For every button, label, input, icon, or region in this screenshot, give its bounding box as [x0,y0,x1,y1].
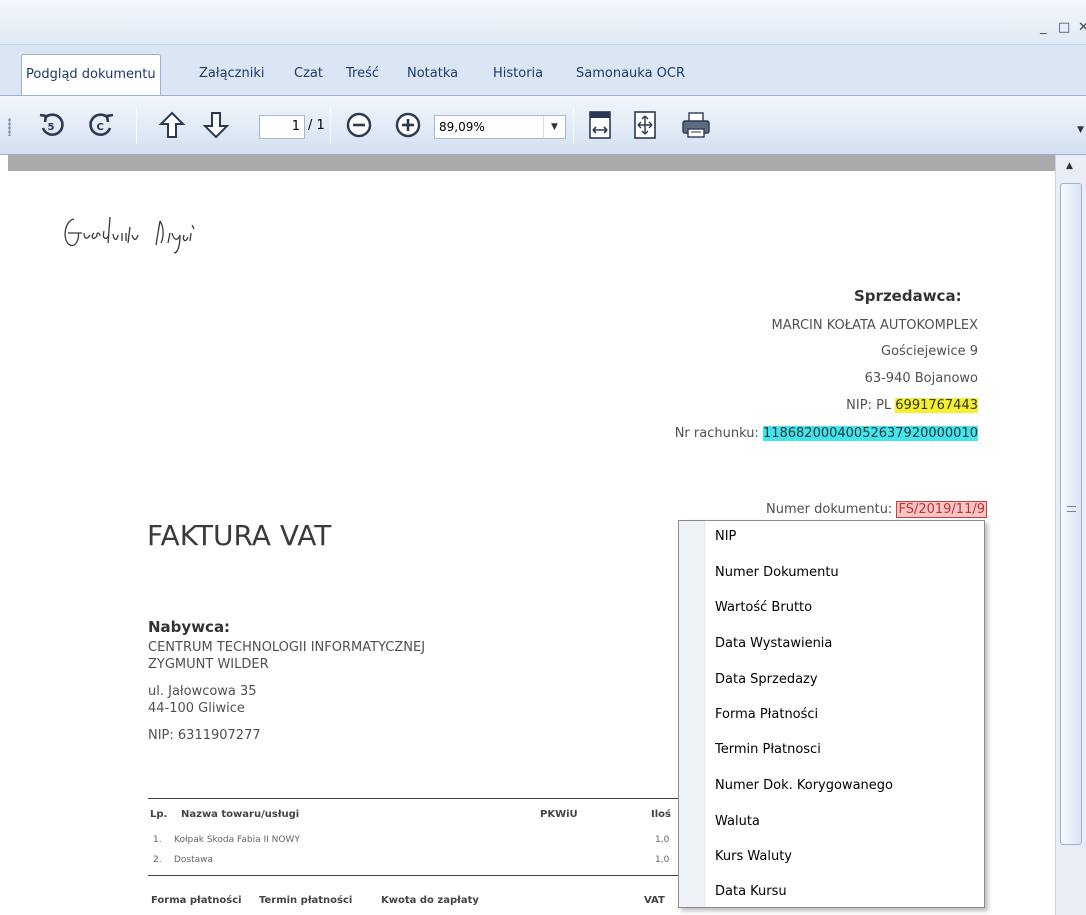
tab-zalaczniki[interactable]: Załączniki [195,54,269,95]
seller-nip: NIP: PL 6991767443 [846,398,978,413]
seller-nip-label: NIP: PL [846,398,896,413]
print-icon[interactable] [679,108,713,142]
table-row-2-name: Dostawa [174,855,214,865]
toolbar-overflow-icon[interactable]: ▼ [1077,125,1084,135]
table-row-2-lp: 2. [153,855,162,865]
close-button[interactable]: ✕ [1078,20,1086,35]
menu-item-numer-dokumentu[interactable]: Numer Dokumentu [715,565,839,580]
tab-notatka[interactable]: Notatka [403,54,462,95]
page-number-input[interactable]: 1 [259,115,305,139]
toolbar-separator [573,108,574,144]
menu-item-data-sprzedazy[interactable]: Data Sprzedazy [715,672,818,687]
menu-item-data-wystawienia[interactable]: Data Wystawienia [715,636,832,651]
footer-payment-form: Forma płatności [151,895,242,906]
seller-city: 63-940 Bojanowo [864,371,978,386]
context-menu: NIP Numer Dokumentu Wartość Brutto Data … [678,520,985,908]
footer-amount-due: Kwota do zapłaty [381,895,479,906]
document-top-gutter [8,155,1055,171]
scroll-thumb[interactable] [1060,183,1082,845]
menu-item-wartosc-brutto[interactable]: Wartość Brutto [715,600,812,615]
thumb-grip-icon [1067,506,1076,512]
toolbar-separator [330,108,331,144]
rotate-left-icon[interactable]: 5 [35,108,69,142]
tab-historia[interactable]: Historia [489,54,547,95]
svg-text:5: 5 [48,122,55,133]
seller-heading: Sprzedawca: [854,287,962,305]
table-top-rule [148,798,688,799]
rotate-right-icon[interactable]: C [84,108,118,142]
zoom-in-icon[interactable] [391,108,425,142]
footer-payment-term: Termin płatności [259,895,353,906]
seller-nip-value[interactable]: 6991767443 [895,398,978,413]
zoom-value: 89,09% [439,120,485,134]
chevron-down-icon[interactable]: ▼ [543,116,565,138]
buyer-city: 44-100 Gliwice [148,701,245,716]
buyer-line2: ZYGMUNT WILDER [148,657,269,672]
table-header-pkwiu: PKWiU [540,809,578,820]
document-number-label: Numer dokumentu: [766,502,897,517]
table-row-1-lp: 1. [153,835,162,845]
vertical-scrollbar[interactable]: ▲ [1055,155,1086,915]
footer-vat: VAT [644,895,665,906]
table-header-qty: Iloś [651,809,671,820]
fit-page-icon[interactable] [628,108,662,142]
menu-item-kurs-waluty[interactable]: Kurs Waluty [715,849,792,864]
document-number-value[interactable]: FS/2019/11/9 [896,501,987,518]
buyer-nip: NIP: 6311907277 [148,728,261,743]
table-header-lp: Lp. [150,809,168,820]
buyer-street: ul. Jałowcowa 35 [148,684,257,699]
maximize-button[interactable]: □ [1058,20,1070,35]
tab-podglad-dokumentu[interactable]: Podgląd dokumentu [21,54,161,95]
tab-samonauka-ocr[interactable]: Samonauka OCR [572,54,689,95]
title-bar: _ □ ✕ [0,0,1086,45]
table-bottom-rule [148,875,688,876]
tab-czat[interactable]: Czat [290,54,327,95]
handwritten-annotation [64,216,195,254]
scroll-up-icon[interactable]: ▲ [1066,161,1073,171]
buyer-heading: Nabywca: [148,618,231,636]
zoom-out-icon[interactable] [342,108,376,142]
seller-name: MARCIN KOŁATA AUTOKOMPLEX [771,318,978,333]
document-number: Numer dokumentu: FS/2019/11/9 [766,501,987,518]
menu-item-forma-platnosci[interactable]: Forma Płatności [715,707,818,722]
menu-icon-gutter [679,521,705,907]
menu-item-data-kursu[interactable]: Data Kursu [715,884,787,899]
arrow-up-icon[interactable] [155,108,189,142]
buyer-line1: CENTRUM TECHNOLOGII INFORMATYCZNEJ [148,640,426,655]
menu-item-numer-dok-korygowanego[interactable]: Numer Dok. Korygowanego [715,778,893,793]
tab-strip: Podgląd dokumentu Załączniki Czat Treść … [0,45,1086,95]
fit-width-icon[interactable] [583,108,617,142]
page-total: / 1 [308,118,325,133]
account-value[interactable]: 11868200040052637920000010 [762,426,978,441]
table-row-2-qty: 1,0 [655,855,670,865]
zoom-select[interactable]: 89,09% ▼ [434,115,566,139]
account-label: Nr rachunku: [674,426,763,441]
table-row-1-name: Kołpak Skoda Fabia II NOWY [174,835,300,845]
svg-text:C: C [97,122,104,133]
toolbar-grip[interactable] [8,118,11,136]
menu-item-waluta[interactable]: Waluta [715,814,760,829]
seller-street: Gościejewice 9 [881,344,978,359]
table-header-name: Nazwa towaru/usługi [181,809,300,820]
menu-item-termin-platnosci[interactable]: Termin Płatnosci [715,742,821,757]
tab-tresc[interactable]: Treść [342,54,383,95]
invoice-title: FAKTURA VAT [147,519,332,552]
arrow-down-icon[interactable] [199,108,233,142]
account-number: Nr rachunku: 11868200040052637920000010 [675,426,978,441]
table-row-1-qty: 1,0 [655,835,670,845]
minimize-button[interactable]: _ [1040,20,1047,35]
toolbar-separator [136,108,137,144]
menu-item-nip[interactable]: NIP [715,529,736,544]
